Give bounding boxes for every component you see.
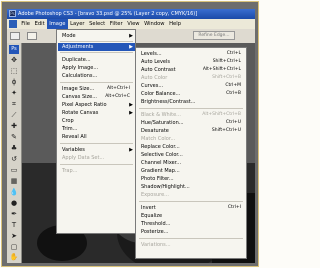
menu-select[interactable]: Select bbox=[87, 19, 108, 29]
image-menu-adjustments[interactable]: Adjustments ▶ bbox=[58, 43, 135, 51]
image-menu-reveal-all[interactable]: Reveal All bbox=[58, 133, 135, 141]
adj-posterize[interactable]: Posterize... bbox=[137, 228, 246, 236]
adj-levels[interactable]: Levels... Ctrl+L bbox=[137, 50, 246, 58]
image-menu-calculations[interactable]: Calculations... bbox=[58, 72, 135, 80]
menu-bar: File Edit Image Layer Select Filter View Window… bbox=[7, 19, 255, 29]
lasso-tool-icon[interactable]: ϕ bbox=[9, 78, 19, 87]
adj-gradient-map[interactable]: Gradient Map... bbox=[137, 167, 246, 175]
window-title: Adobe Photoshop CS3 - [bravo 33.psd @ 25… bbox=[18, 11, 198, 17]
photoshop-logo-icon[interactable] bbox=[9, 20, 17, 28]
adj-variations[interactable]: Variations... bbox=[137, 241, 246, 249]
gradient-tool-icon[interactable]: ▦ bbox=[9, 177, 19, 186]
image-menu-variables[interactable]: Variables ▶ bbox=[58, 146, 135, 154]
adj-shadow-highlight[interactable]: Shadow/Highlight... bbox=[137, 183, 246, 191]
crop-tool-icon[interactable]: ⌗ bbox=[9, 100, 19, 109]
tool-preset-icon[interactable] bbox=[10, 32, 20, 40]
menu-file[interactable]: File bbox=[19, 19, 32, 29]
menu-view[interactable]: View bbox=[125, 19, 142, 29]
image-menu-apply-data-set[interactable]: Apply Data Set... bbox=[58, 154, 135, 162]
image-menu-trim[interactable]: Trim... bbox=[58, 125, 135, 133]
adj-desaturate[interactable]: Desaturate Shift+Ctrl+U bbox=[137, 127, 246, 135]
image-menu-trap[interactable]: Trap... bbox=[58, 167, 135, 175]
adj-match-color[interactable]: Match Color... bbox=[137, 135, 246, 143]
adj-brightness-contrast[interactable]: Brightness/Contrast... bbox=[137, 98, 246, 106]
image-menu-image-size[interactable]: Image Size... Alt+Ctrl+I bbox=[58, 85, 135, 93]
adj-black-white[interactable]: Black & White... Alt+Shift+Ctrl+B bbox=[137, 111, 246, 119]
image-menu-pixel-aspect-ratio[interactable]: Pixel Aspect Ratio ▶ bbox=[58, 101, 135, 109]
menu-filter[interactable]: Filter bbox=[107, 19, 124, 29]
adj-threshold[interactable]: Threshold... bbox=[137, 220, 246, 228]
menu-layer[interactable]: Layer bbox=[68, 19, 87, 29]
adj-selective-color[interactable]: Selective Color... bbox=[137, 151, 246, 159]
tools-panel: Ps ✥ ⬚ ϕ ✦ ⌗ ⟋ ✚ ✎ ♣ ↺ ▭ ▦ 💧 ● ✒ T ➤ ▢ ✋ bbox=[7, 43, 22, 263]
adj-channel-mixer[interactable]: Channel Mixer... bbox=[137, 159, 246, 167]
slice-tool-icon[interactable]: ⟋ bbox=[9, 111, 19, 120]
menu-edit[interactable]: Edit bbox=[32, 19, 47, 29]
refine-edge-button[interactable]: Refine Edge... bbox=[193, 31, 235, 40]
image-menu-crop[interactable]: Crop bbox=[58, 117, 135, 125]
menu-help[interactable]: Help bbox=[167, 19, 183, 29]
screenshot-frame: Ps Adobe Photoshop CS3 - [bravo 33.psd @ … bbox=[1, 1, 259, 267]
brush-tool-icon[interactable]: ✎ bbox=[9, 133, 19, 142]
pen-tool-icon[interactable]: ✒ bbox=[9, 210, 19, 219]
photoshop-window: Ps Adobe Photoshop CS3 - [bravo 33.psd @ … bbox=[7, 9, 255, 263]
eraser-tool-icon[interactable]: ▭ bbox=[9, 166, 19, 175]
adj-equalize[interactable]: Equalize bbox=[137, 212, 246, 220]
menu-window[interactable]: Window bbox=[142, 19, 167, 29]
menu-image[interactable]: Image bbox=[46, 19, 68, 29]
history-brush-tool-icon[interactable]: ↺ bbox=[9, 155, 19, 164]
image-menu-duplicate[interactable]: Duplicate... bbox=[58, 56, 135, 64]
adj-exposure[interactable]: Exposure... bbox=[137, 191, 246, 199]
magic-wand-tool-icon[interactable]: ✦ bbox=[9, 89, 19, 98]
adj-replace-color[interactable]: Replace Color... bbox=[137, 143, 246, 151]
ps-badge-icon: Ps bbox=[9, 45, 19, 54]
shape-tool-icon[interactable]: ▢ bbox=[9, 243, 19, 252]
dodge-tool-icon[interactable]: ● bbox=[9, 199, 19, 208]
adj-hue-saturation[interactable]: Hue/Saturation... Ctrl+U bbox=[137, 119, 246, 127]
image-menu-canvas-size[interactable]: Canvas Size... Alt+Ctrl+C bbox=[58, 93, 135, 101]
image-menu-mode[interactable]: Mode ▶ bbox=[58, 32, 135, 40]
adj-curves[interactable]: Curves... Ctrl+M bbox=[137, 82, 246, 90]
adj-photo-filter[interactable]: Photo Filter... bbox=[137, 175, 246, 183]
image-menu-apply-image[interactable]: Apply Image... bbox=[58, 64, 135, 72]
adj-invert[interactable]: Invert Ctrl+I bbox=[137, 204, 246, 212]
hand-tool-icon[interactable]: ✋ bbox=[9, 253, 19, 262]
photoshop-app-icon: Ps bbox=[9, 10, 16, 17]
move-tool-icon[interactable]: ✥ bbox=[9, 56, 19, 65]
type-tool-icon[interactable]: T bbox=[9, 221, 19, 230]
healing-brush-tool-icon[interactable]: ✚ bbox=[9, 122, 19, 131]
selection-mode-icon[interactable] bbox=[27, 32, 37, 40]
adj-color-balance[interactable]: Color Balance... Ctrl+B bbox=[137, 90, 246, 98]
blur-tool-icon[interactable]: 💧 bbox=[9, 188, 19, 197]
image-menu: Mode ▶ Adjustments ▶ Duplicate... Apply Im… bbox=[56, 29, 136, 234]
path-selection-tool-icon[interactable]: ➤ bbox=[9, 232, 19, 241]
adj-auto-levels[interactable]: Auto Levels Shift+Ctrl+L bbox=[137, 58, 246, 66]
adj-auto-contrast[interactable]: Auto Contrast Alt+Shift+Ctrl+L bbox=[137, 66, 246, 74]
adjustments-submenu: Levels... Ctrl+L Auto Levels Shift+Ctrl+L … bbox=[135, 47, 247, 259]
title-bar: Ps Adobe Photoshop CS3 - [bravo 33.psd @ … bbox=[7, 9, 255, 19]
clone-stamp-tool-icon[interactable]: ♣ bbox=[9, 144, 19, 153]
adj-auto-color[interactable]: Auto Color Shift+Ctrl+B bbox=[137, 74, 246, 82]
marquee-tool-icon[interactable]: ⬚ bbox=[9, 67, 19, 76]
image-menu-rotate-canvas[interactable]: Rotate Canvas ▶ bbox=[58, 109, 135, 117]
